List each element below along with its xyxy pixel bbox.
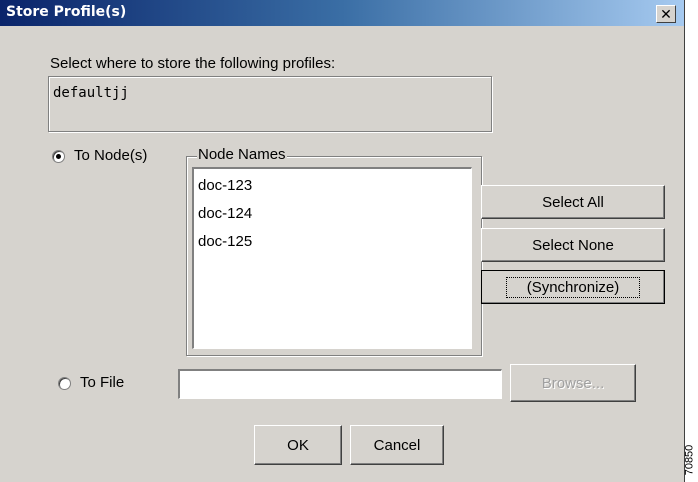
synchronize-label: (Synchronize) xyxy=(505,276,641,298)
ok-label: OK xyxy=(287,436,309,454)
title-bar[interactable]: Store Profile(s) ✕ xyxy=(0,0,684,26)
to-file-radio[interactable] xyxy=(58,377,71,390)
select-none-label: Select None xyxy=(532,236,614,254)
browse-label: Browse... xyxy=(541,374,605,392)
cancel-button[interactable]: Cancel xyxy=(350,425,444,465)
to-node-label[interactable]: To Node(s) xyxy=(74,147,147,164)
node-names-list[interactable]: doc-123 doc-124 doc-125 xyxy=(192,167,472,349)
ok-button[interactable]: OK xyxy=(254,425,342,465)
to-node-radio[interactable] xyxy=(52,150,65,163)
store-profiles-dialog: Store Profile(s) ✕ Select where to store… xyxy=(0,0,685,482)
store-prompt-label: Select where to store the following prof… xyxy=(50,55,336,72)
cancel-label: Cancel xyxy=(373,436,421,454)
node-names-legend: Node Names xyxy=(197,146,287,163)
list-item[interactable]: doc-124 xyxy=(198,205,252,222)
list-item[interactable]: doc-125 xyxy=(198,233,252,250)
synchronize-button[interactable]: (Synchronize) xyxy=(481,270,665,304)
close-button[interactable]: ✕ xyxy=(656,5,676,23)
select-all-label: Select All xyxy=(542,193,604,211)
dialog-title: Store Profile(s) xyxy=(6,4,127,20)
close-icon: ✕ xyxy=(660,6,672,22)
profiles-display: defaultjj xyxy=(48,76,492,132)
browse-button[interactable]: Browse... xyxy=(510,364,636,402)
select-all-button[interactable]: Select All xyxy=(481,185,665,219)
select-none-button[interactable]: Select None xyxy=(481,228,665,262)
figure-id: 70850 xyxy=(683,440,698,482)
figure-id-text: 70850 xyxy=(683,444,696,476)
list-item[interactable]: doc-123 xyxy=(198,177,252,194)
file-path-input[interactable] xyxy=(178,369,502,399)
profiles-text: defaultjj xyxy=(53,85,129,101)
to-file-label[interactable]: To File xyxy=(80,374,124,391)
